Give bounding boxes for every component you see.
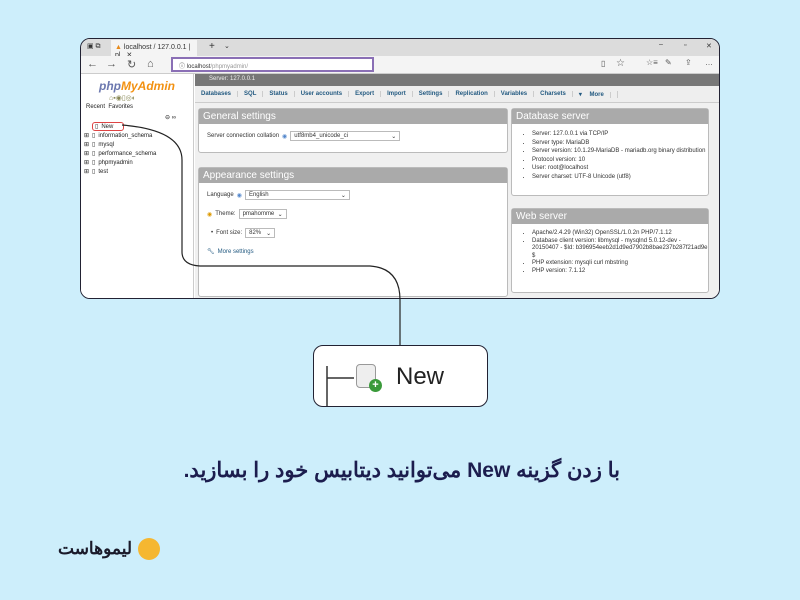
lemon-logo-icon: [138, 538, 161, 560]
brand-name: لیموهاست: [58, 539, 133, 558]
brand-logo: لیموهاست: [58, 538, 161, 560]
caption: با زدن گزینه New می‌توانید دیتابیس خود ر…: [183, 459, 620, 482]
add-icon: +: [369, 379, 382, 392]
connector-line: [121, 124, 401, 345]
new-callout-zoom: + New: [313, 345, 488, 407]
callout-new-label: New: [396, 363, 445, 390]
